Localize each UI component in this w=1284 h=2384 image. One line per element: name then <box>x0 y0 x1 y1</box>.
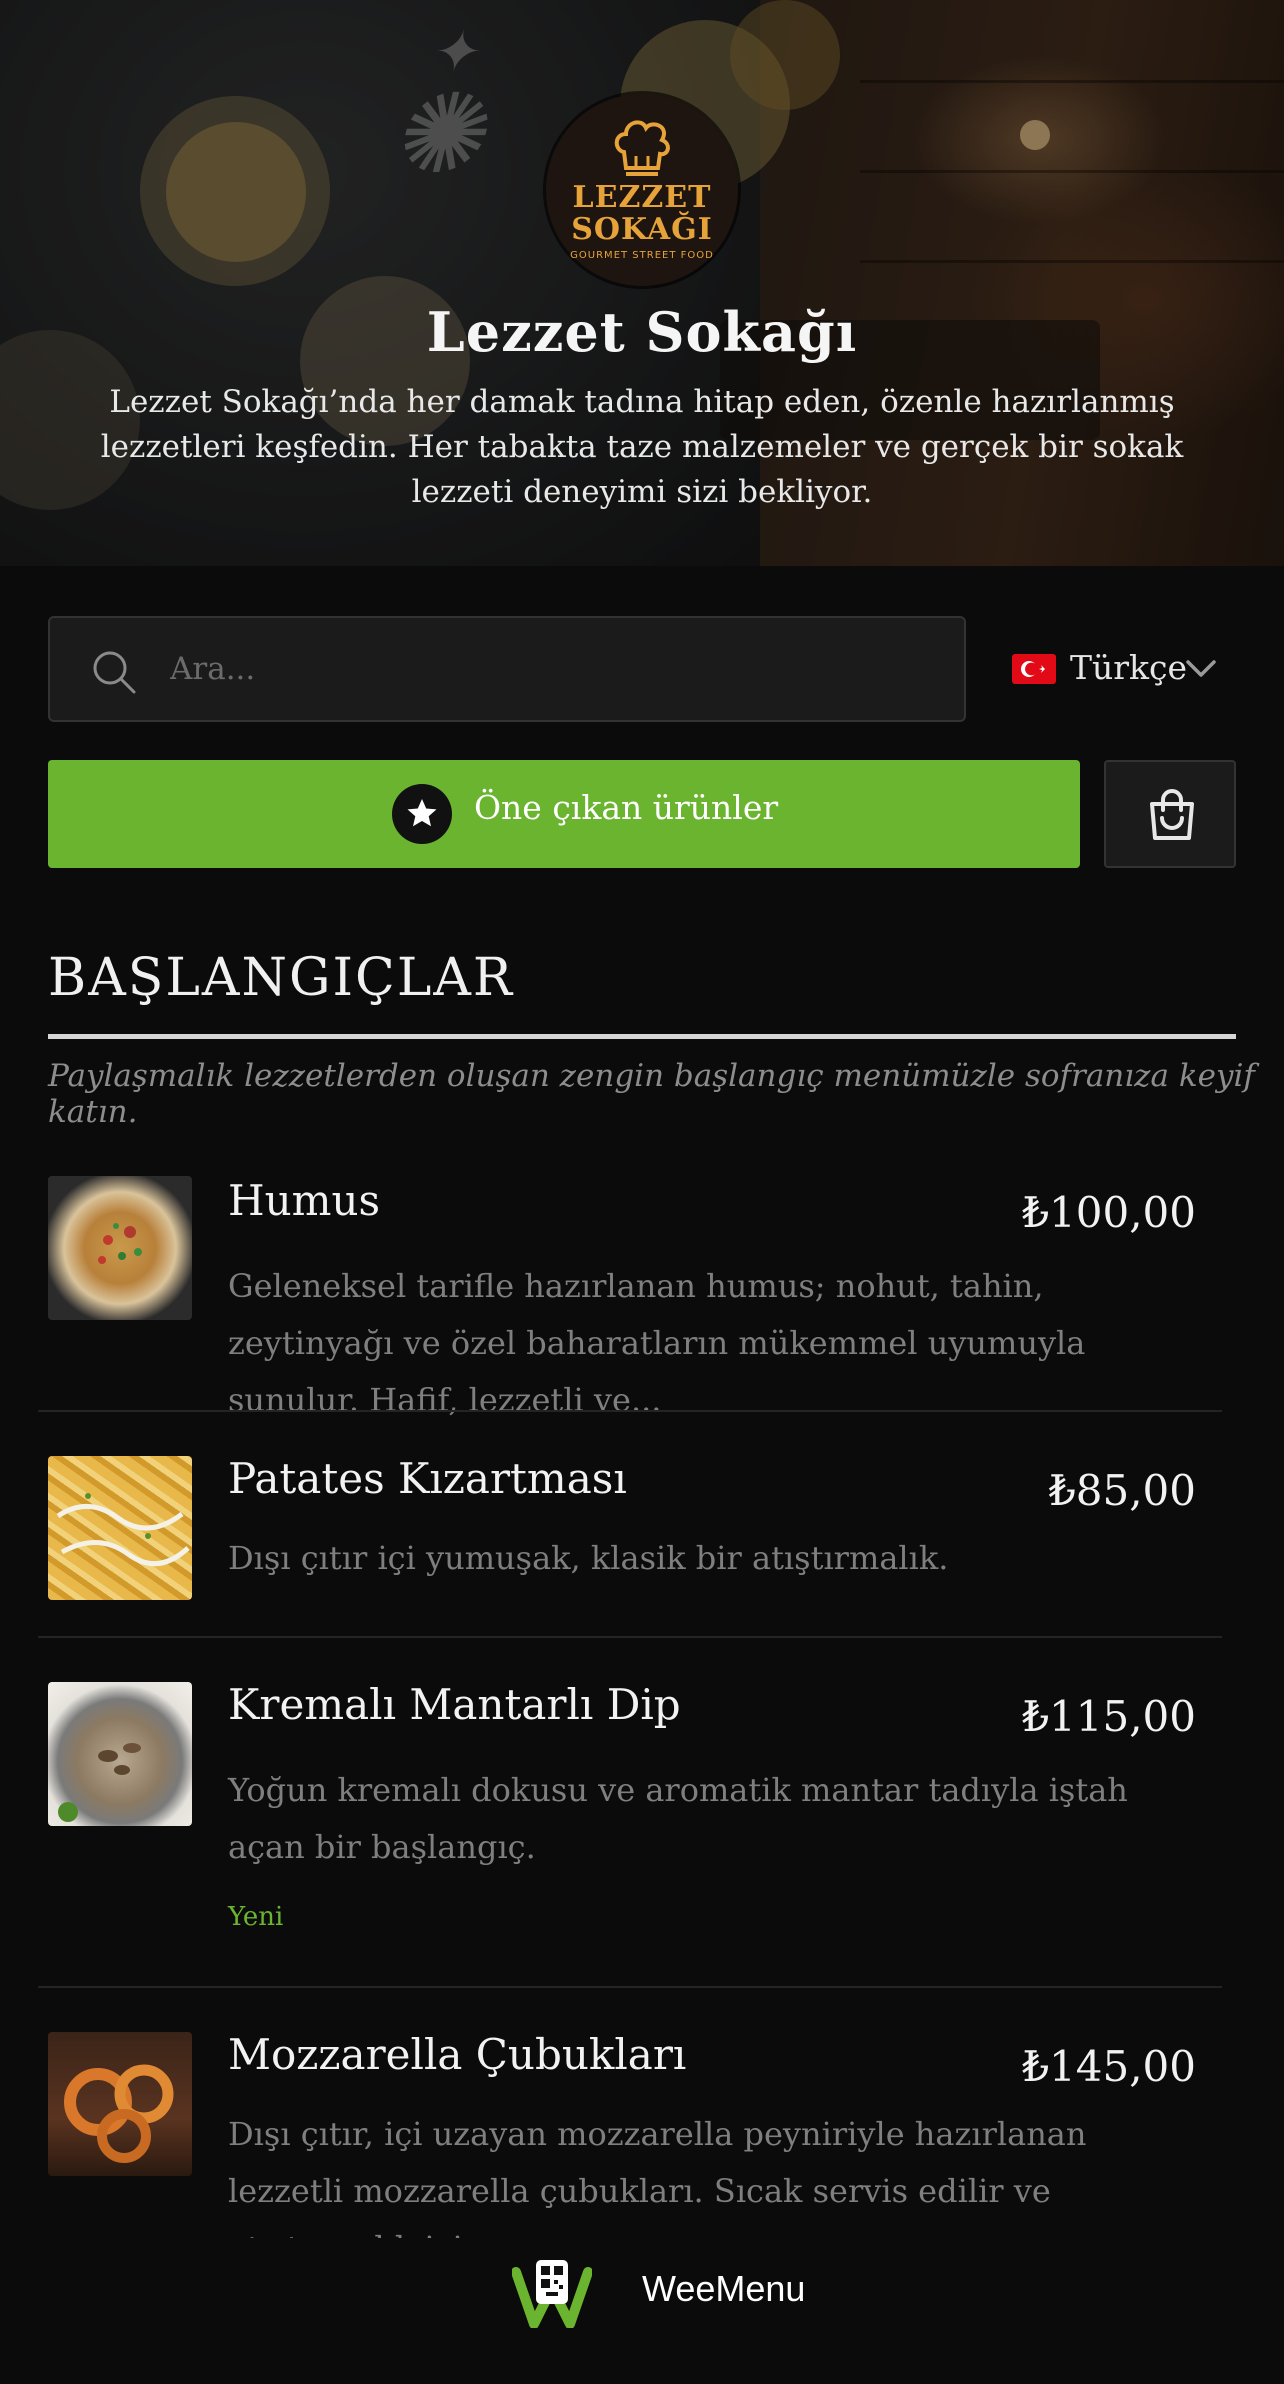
logo-line-2: SOKAĞI <box>571 212 713 247</box>
cart-button[interactable] <box>1104 760 1236 868</box>
menu-item[interactable]: Kremalı Mantarlı Dip ₺115,00 Yoğun krema… <box>38 1676 1222 1986</box>
menu-item-price: ₺115,00 <box>1022 1692 1196 1741</box>
menu-item-price: ₺100,00 <box>1022 1188 1196 1237</box>
menu-item[interactable]: Mozzarella Çubukları ₺145,00 Dışı çıtır,… <box>38 2026 1222 2267</box>
item-divider <box>38 1986 1222 1988</box>
shopping-bag-icon <box>1150 789 1194 840</box>
restaurant-description: Lezzet Sokağı’nda her damak tadına hitap… <box>100 384 1184 510</box>
humus-image <box>48 1176 192 1320</box>
item-divider <box>38 1636 1222 1638</box>
featured-products-label: Öne çıkan ürünler <box>474 788 779 827</box>
search-icon <box>93 651 136 694</box>
restaurant-title: Lezzet Sokağı <box>426 300 858 364</box>
logo-tagline: GOURMET STREET FOOD <box>570 250 714 261</box>
menu-item-description: Dışı çıtır içi yumuşak, klasik bir atışt… <box>228 1539 949 1577</box>
language-selector[interactable]: Türkçe <box>1012 640 1244 700</box>
new-badge: Yeni <box>228 1902 284 1932</box>
category-title: BAŞLANGIÇLAR <box>48 948 515 1008</box>
search-box[interactable] <box>48 616 966 722</box>
category-divider <box>48 1034 1236 1039</box>
logo-line-1: LEZZET <box>572 180 712 215</box>
patates-kizartmasi-image <box>48 1456 192 1600</box>
star-badge <box>392 784 452 844</box>
menu-item-description: Geleneksel tarifle hazırlanan humus; noh… <box>228 1267 1086 1419</box>
star-icon <box>407 799 437 827</box>
menu-item[interactable]: Patates Kızartması ₺85,00 Dışı çıtır içi… <box>38 1450 1222 1636</box>
featured-products-button[interactable]: Öne çıkan ürünler <box>48 760 1080 868</box>
restaurant-logo: LEZZET SOKAĞI GOURMET STREET FOOD <box>546 94 738 286</box>
hero-banner: ✦ ✺ LEZZET SOKAĞI GOURMET STREET FOOD Le… <box>0 0 1284 566</box>
menu-item-name: Kremalı Mantarlı Dip <box>228 1680 681 1729</box>
category-subtitle: Paylaşmalık lezzetlerden oluşan zengin b… <box>48 1058 1255 1130</box>
menu-item-description: Yoğun kremalı dokusu ve aromatik mantar … <box>228 1771 1128 1866</box>
chevron-down-icon <box>1186 660 1216 677</box>
weemenu-logo-icon <box>512 2260 592 2328</box>
mozzarella-cubuklari-image <box>48 2032 192 2176</box>
item-divider <box>38 1410 1222 1412</box>
language-label: Türkçe <box>1070 648 1188 687</box>
weemenu-brand: WeeMenu <box>642 2268 806 2309</box>
menu-item[interactable]: Humus ₺100,00 Geleneksel tarifle hazırla… <box>38 1170 1222 1419</box>
search-input[interactable] <box>170 638 930 700</box>
chef-hat-icon <box>614 120 670 176</box>
kremali-mantarli-dip-image <box>48 1682 192 1826</box>
menu-item-price: ₺85,00 <box>1049 1466 1196 1515</box>
menu-item-name: Patates Kızartması <box>228 1454 627 1503</box>
menu-item-name: Humus <box>228 1176 381 1225</box>
menu-item-price: ₺145,00 <box>1022 2042 1196 2091</box>
turkey-flag-icon <box>1012 654 1056 684</box>
powered-by-footer[interactable]: WeeMenu <box>0 2238 1284 2384</box>
menu-item-name: Mozzarella Çubukları <box>228 2030 687 2079</box>
